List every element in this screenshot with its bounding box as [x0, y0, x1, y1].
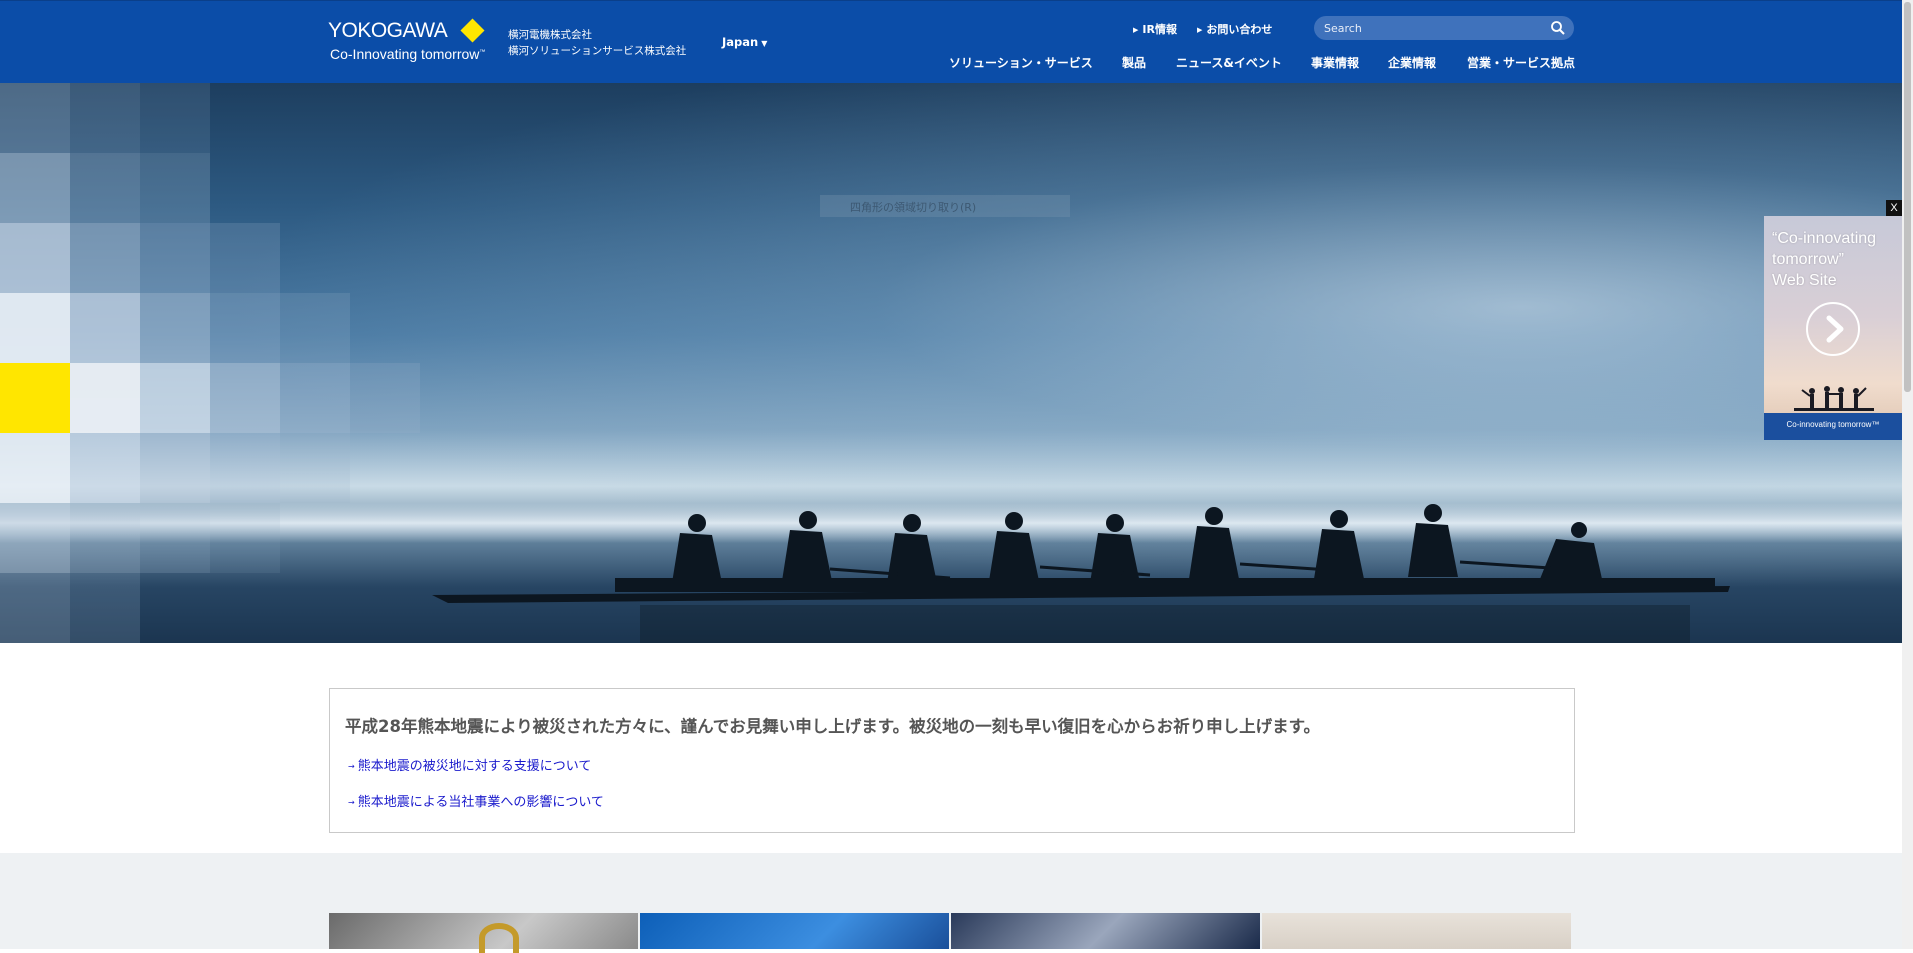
logo-tagline: Co-Innovating tomorrow™	[330, 46, 486, 62]
region-selector[interactable]: Japan ▼	[722, 35, 767, 49]
company-name-1: 横河電機株式会社	[508, 29, 592, 41]
arrow-right-icon: →	[348, 798, 355, 807]
arrow-right-icon: ▶	[1133, 26, 1139, 34]
feature-card-puzzle[interactable]	[329, 913, 638, 953]
arrow-right-icon: →	[348, 762, 355, 771]
scrollbar-thumb[interactable]	[1904, 2, 1911, 392]
side-banner-footer: Co-innovating tomorrow™	[1786, 420, 1880, 429]
company-names: 横河電機株式会社 横河ソリューションサービス株式会社	[508, 27, 686, 59]
nav-sales-locations[interactable]: 営業・サービス拠点	[1467, 54, 1575, 71]
feature-card-blue[interactable]	[640, 913, 949, 949]
support-link[interactable]: → 熊本地震の被災地に対する支援について	[348, 755, 591, 774]
caret-down-icon: ▼	[761, 39, 768, 48]
side-banner-title: “Co-innovating tomorrow” Web Site	[1772, 230, 1877, 289]
hero-banner: 四角形の領域切り取り(R)	[0, 83, 1902, 643]
yokogawa-logo[interactable]: YOKOGAWA Co-Innovating tomorrow™	[328, 18, 486, 62]
earthquake-notice: 平成28年熊本地震により被災された方々に、謹んでお見舞い申し上げます。被災地の一…	[329, 688, 1575, 833]
site-header: YOKOGAWA Co-Innovating tomorrow™ 横河電機株式会…	[0, 0, 1902, 83]
nav-products[interactable]: 製品	[1122, 54, 1146, 71]
chevron-right-icon[interactable]	[1806, 302, 1860, 356]
nav-news-events[interactable]: ニュース&イベント	[1176, 54, 1282, 71]
nav-corporate[interactable]: 企業情報	[1388, 54, 1436, 71]
company-name-2: 横河ソリューションサービス株式会社	[508, 45, 687, 57]
search-box	[1314, 16, 1574, 40]
contact-link[interactable]: ▶ お問い合わせ	[1197, 21, 1272, 37]
people-silhouette-icon	[1794, 386, 1874, 411]
nav-solutions[interactable]: ソリューション・サービス	[949, 54, 1093, 71]
side-banner-close-button[interactable]: X	[1886, 200, 1902, 216]
notice-title: 平成28年熊本地震により被災された方々に、謹んでお見舞い申し上げます。被災地の一…	[345, 717, 1321, 736]
search-input[interactable]	[1324, 19, 1534, 37]
feature-card-plant[interactable]	[1262, 913, 1571, 949]
feature-card-worker[interactable]	[951, 913, 1260, 949]
ir-info-link[interactable]: ▶ IR情報	[1133, 21, 1177, 37]
business-impact-link[interactable]: → 熊本地震による当社事業への影響について	[348, 791, 604, 810]
co-innovating-web-site-banner[interactable]: “Co-innovating tomorrow” Web Site Co-inn…	[1764, 216, 1902, 440]
nav-business[interactable]: 事業情報	[1311, 54, 1359, 71]
arrow-right-icon: ▶	[1197, 26, 1203, 34]
rowing-crew-silhouette	[432, 504, 1730, 643]
search-icon[interactable]	[1550, 20, 1566, 36]
